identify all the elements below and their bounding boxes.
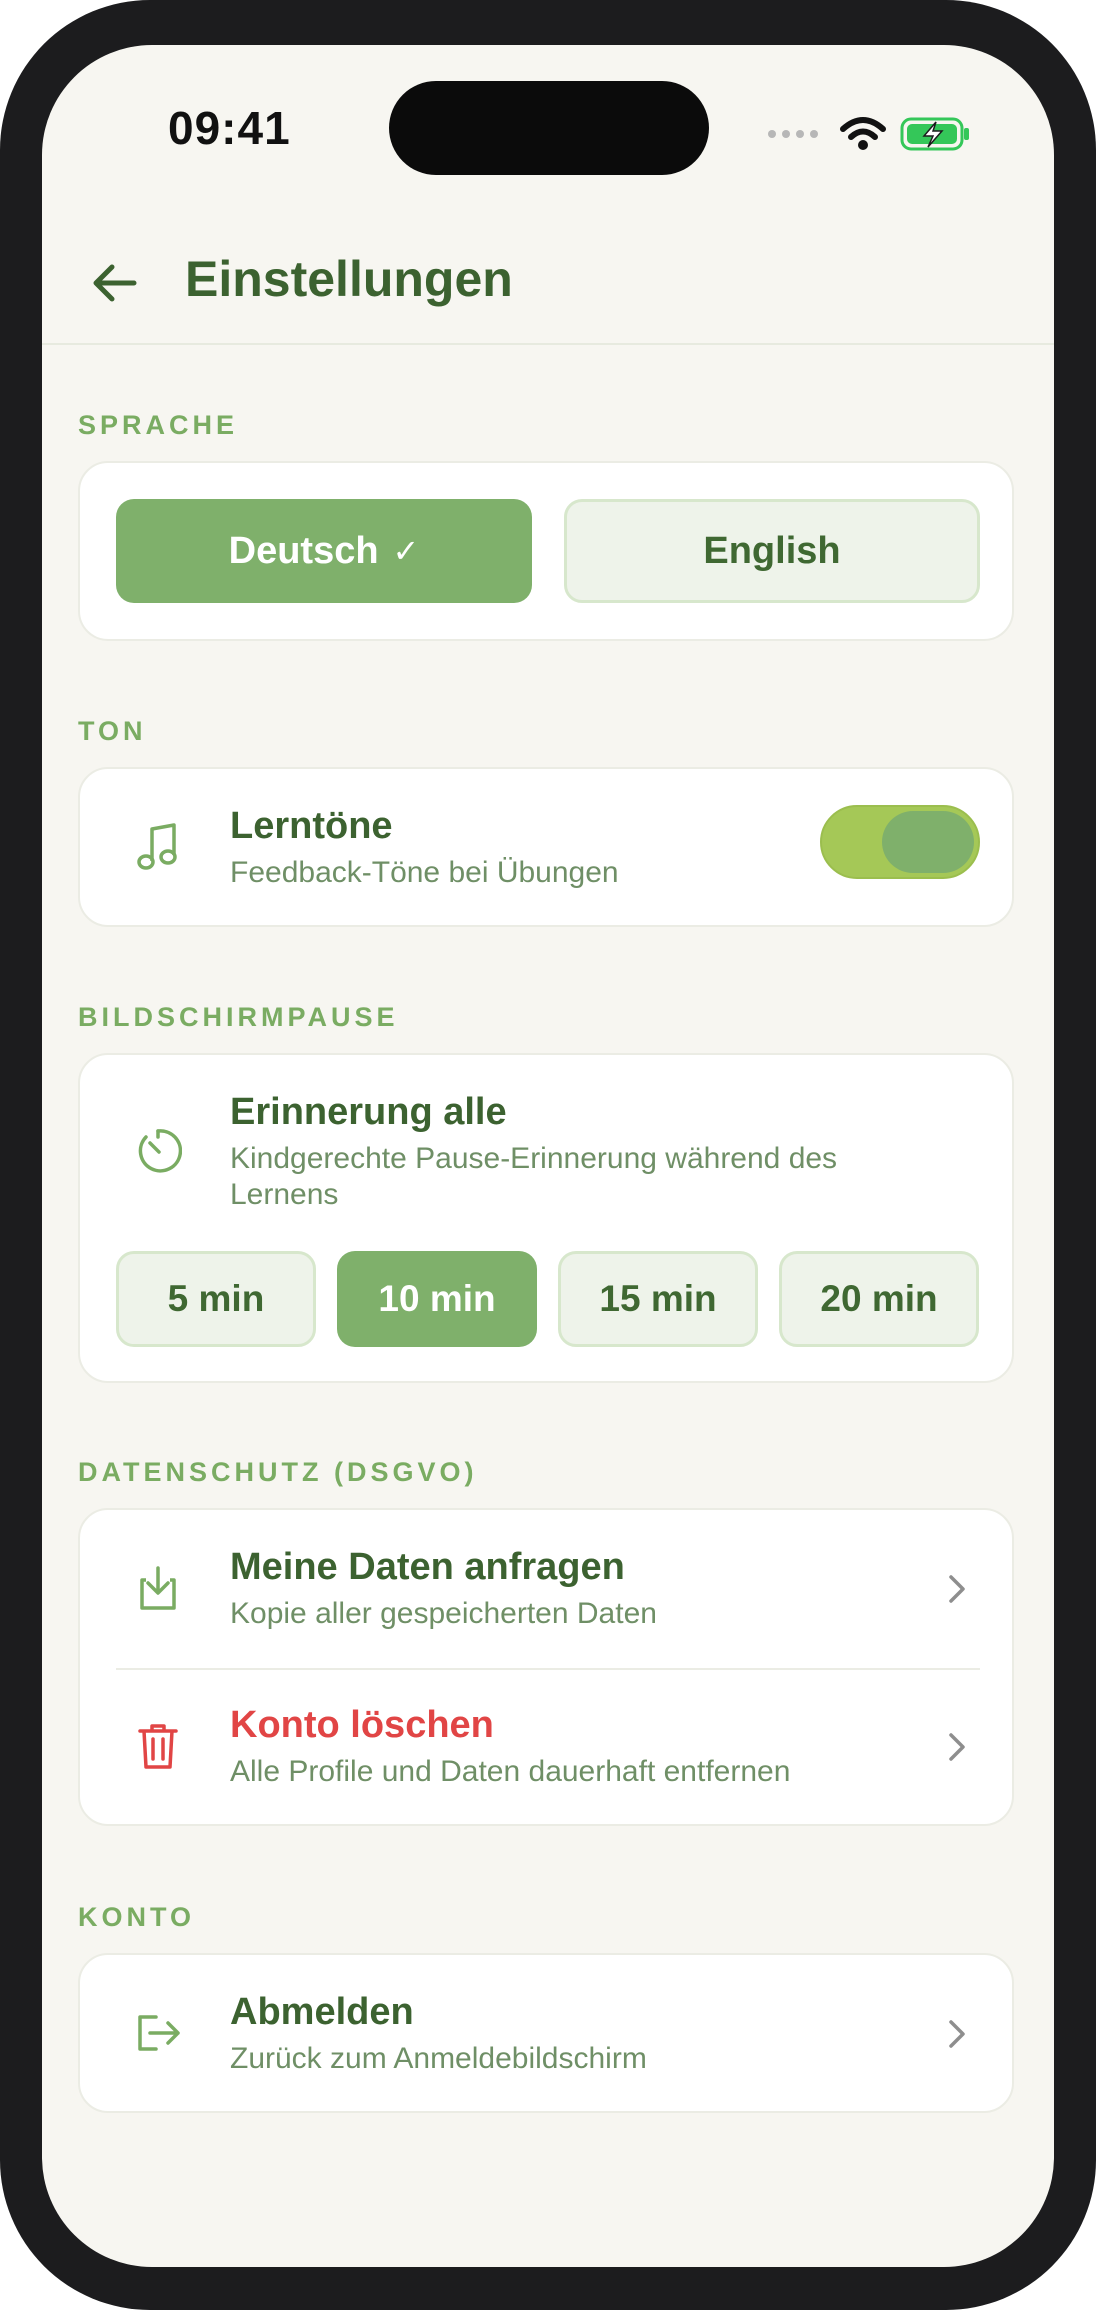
chevron-right-icon bbox=[942, 1727, 972, 1767]
status-icons bbox=[768, 109, 972, 159]
logout-row[interactable]: Abmelden Zurück zum Anmeldebildschirm bbox=[80, 1955, 1012, 2111]
screen: 09:41 Einstellungen SPRACHE Deutsch ✓ En… bbox=[42, 45, 1054, 2267]
page-title: Einstellungen bbox=[185, 251, 513, 307]
sound-card: Lerntöne Feedback-Töne bei Übungen bbox=[78, 767, 1014, 927]
logout-title: Abmelden bbox=[230, 1991, 414, 2033]
music-note-icon bbox=[128, 817, 188, 877]
timer-icon bbox=[128, 1121, 188, 1181]
interval-option-10[interactable]: 10 min bbox=[337, 1251, 537, 1347]
check-icon: ✓ bbox=[392, 533, 420, 569]
section-label-privacy: DATENSCHUTZ (DSGVO) bbox=[78, 1457, 478, 1487]
logout-subtitle: Zurück zum Anmeldebildschirm bbox=[230, 2042, 647, 2075]
status-time: 09:41 bbox=[168, 102, 291, 154]
header: Einstellungen bbox=[42, 215, 1054, 345]
dynamic-island bbox=[389, 81, 709, 175]
arrow-left-icon bbox=[93, 264, 137, 302]
download-icon bbox=[128, 1558, 188, 1618]
sound-subtitle: Feedback-Töne bei Übungen bbox=[230, 856, 619, 889]
interval-option-5[interactable]: 5 min bbox=[116, 1251, 316, 1347]
section-label-language: SPRACHE bbox=[78, 410, 239, 440]
screen-break-subtitle: Kindgerechte Pause-Erinnerung während de… bbox=[230, 1142, 838, 1211]
delete-account-title: Konto löschen bbox=[230, 1704, 494, 1746]
section-label-sound: TON bbox=[78, 716, 147, 746]
section-label-account: KONTO bbox=[78, 1902, 196, 1932]
chevron-right-icon bbox=[942, 1569, 972, 1609]
language-option-english[interactable]: English bbox=[564, 499, 980, 603]
sound-title: Lerntöne bbox=[230, 805, 393, 847]
wifi-icon bbox=[840, 117, 886, 150]
interval-option-20[interactable]: 20 min bbox=[779, 1251, 979, 1347]
request-data-row[interactable]: Meine Daten anfragen Kopie aller gespeic… bbox=[80, 1510, 1012, 1668]
language-option-deutsch[interactable]: Deutsch ✓ bbox=[116, 499, 532, 603]
screen-break-title: Erinnerung alle bbox=[230, 1091, 507, 1133]
signal-dots-icon bbox=[768, 130, 818, 138]
battery-charging-icon bbox=[900, 117, 969, 151]
language-option-label: Deutsch bbox=[228, 529, 379, 572]
screen-break-card: Erinnerung alle Kindgerechte Pause-Erinn… bbox=[78, 1053, 1014, 1383]
request-data-title: Meine Daten anfragen bbox=[230, 1546, 625, 1588]
interval-option-15[interactable]: 15 min bbox=[558, 1251, 758, 1347]
privacy-card: Meine Daten anfragen Kopie aller gespeic… bbox=[78, 1508, 1014, 1826]
sound-toggle[interactable] bbox=[820, 805, 980, 879]
account-card: Abmelden Zurück zum Anmeldebildschirm bbox=[78, 1953, 1014, 2113]
device-frame: 09:41 Einstellungen SPRACHE Deutsch ✓ En… bbox=[0, 0, 1096, 2310]
request-data-subtitle: Kopie aller gespeicherten Daten bbox=[230, 1597, 657, 1630]
language-option-label: English bbox=[703, 529, 841, 572]
back-button[interactable] bbox=[86, 255, 142, 311]
logout-icon bbox=[128, 2003, 188, 2063]
language-card: Deutsch ✓ English bbox=[78, 461, 1014, 641]
section-label-screen-break: BILDSCHIRMPAUSE bbox=[78, 1002, 399, 1032]
chevron-right-icon bbox=[942, 2014, 972, 2054]
delete-account-row[interactable]: Konto löschen Alle Profile und Daten dau… bbox=[80, 1670, 1012, 1826]
toggle-knob bbox=[882, 811, 974, 873]
trash-icon bbox=[128, 1716, 188, 1776]
delete-account-subtitle: Alle Profile und Daten dauerhaft entfern… bbox=[230, 1755, 791, 1788]
